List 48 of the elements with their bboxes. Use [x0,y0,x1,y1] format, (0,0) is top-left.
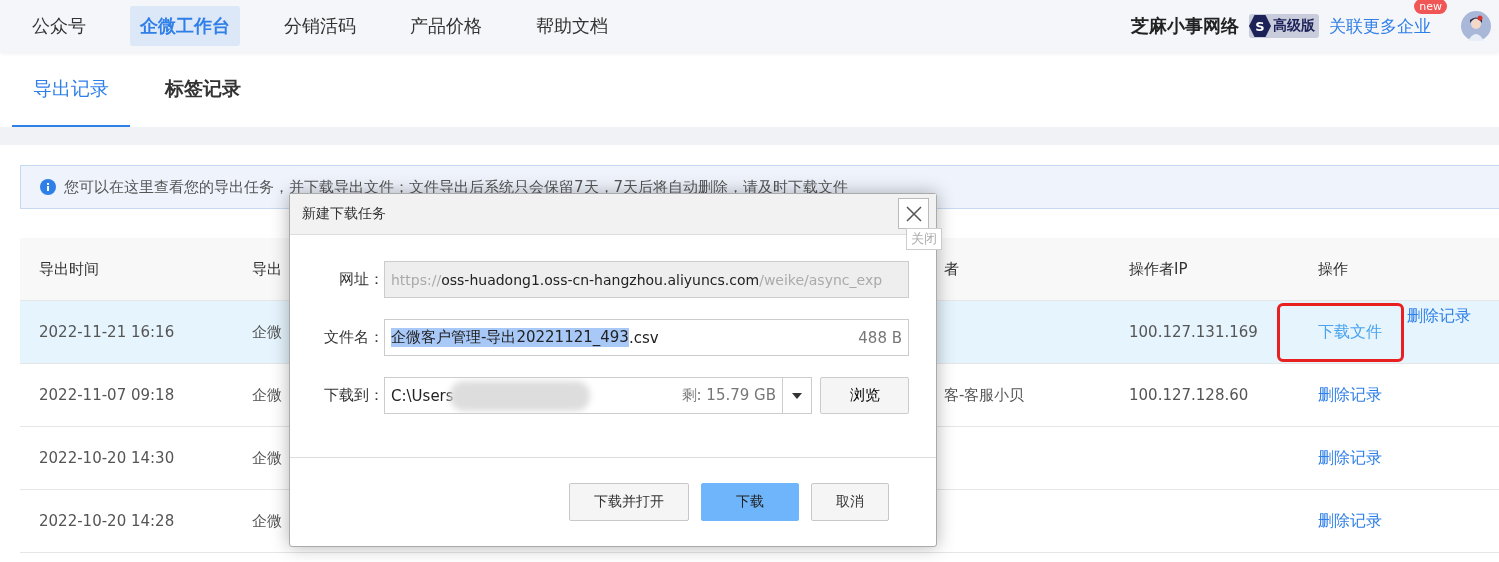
table-cell: 2022-10-20 14:30 [39,449,175,467]
dialog-button[interactable]: 下载并打开 [569,483,689,521]
url-field[interactable]: https://oss-huadong1.oss-cn-hangzhou.aliyuncs.com/weike/async_exp [384,261,909,298]
dialog-title: 新建下载任务 [302,205,386,223]
table-cell: 企微 [252,448,282,467]
save-path-field[interactable]: C:\Users 剩: 15.79 GB [384,377,782,414]
table-cell: 企微 [252,511,282,530]
column-header: 者 [944,259,959,278]
caret-icon [792,392,802,399]
delete-record-link[interactable]: 删除记录 [1318,447,1382,469]
delete-record-link[interactable]: 删除记录 [1407,305,1471,359]
table-cell: 2022-11-07 09:18 [39,386,175,404]
link-more-companies[interactable]: 关联更多企业 [1329,15,1431,36]
table-cell: 客-客服小贝 [944,385,1025,404]
column-header: 操作 [1318,259,1348,279]
browse-button[interactable]: 浏览 [820,377,909,414]
column-header: 导出 [252,259,282,278]
avatar-icon[interactable] [1461,11,1491,41]
plan-label: 高级版 [1273,17,1315,35]
field-label: 网址： [338,270,384,289]
company-name: 芝麻小事网络 [1131,14,1239,38]
field-label: 下载到： [323,386,384,405]
new-badge: new [1414,0,1447,14]
table-cell: 2022-11-21 16:16 [39,323,175,341]
close-button[interactable] [898,198,929,229]
column-header: 导出时间 [39,259,99,278]
dropdown-button[interactable] [782,377,812,414]
table-cell: 企微 [252,322,282,341]
nav-item[interactable]: 产品价格 [400,6,492,46]
table-cell: 2022-10-20 14:28 [39,512,175,530]
table-cell: 100.127.128.60 [1129,386,1249,404]
field-label: 文件名： [323,328,384,347]
nav-item[interactable]: 分销活码 [274,6,366,46]
dialog-button[interactable]: 下载 [701,483,799,521]
info-icon [40,179,56,195]
close-icon [905,205,922,222]
delete-record-link[interactable]: 删除记录 [1318,510,1382,532]
dialog-button[interactable]: 取消 [811,483,889,521]
close-tooltip: 关闭 [906,228,942,250]
nav-item[interactable]: 帮助文档 [526,6,618,46]
filename-field[interactable]: 企微客户管理-导出20221121_493.csv 488 B [384,319,909,356]
delete-record-link[interactable]: 删除记录 [1318,384,1382,406]
table-cell: 企微 [252,385,282,404]
plan-letter-icon: S [1249,15,1271,37]
column-header: 操作者IP [1129,259,1188,278]
tab[interactable]: 标签记录 [144,52,262,127]
table-cell: 100.127.131.169 [1129,323,1258,341]
nav-item[interactable]: 公众号 [22,6,96,46]
